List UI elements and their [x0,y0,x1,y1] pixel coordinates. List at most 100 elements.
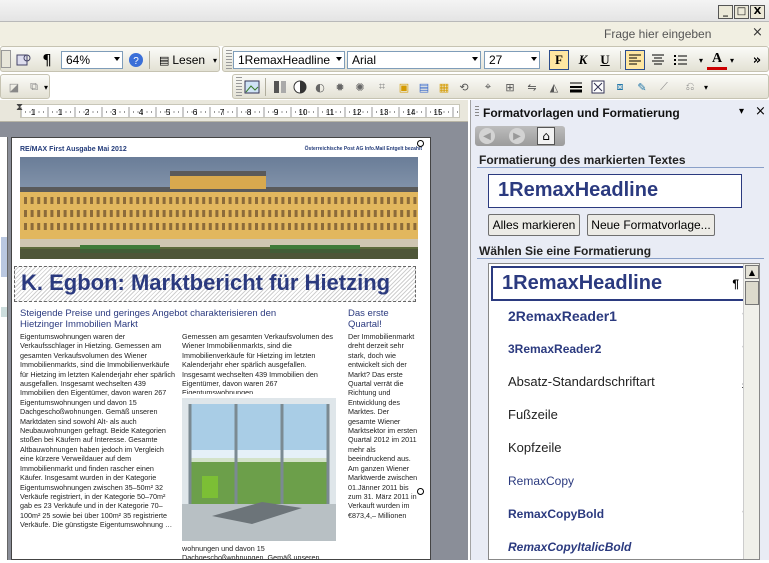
align-left-icon[interactable] [625,50,645,70]
font-color-dropdown-icon[interactable]: ▾ [727,50,737,70]
toolbar-options-icon[interactable]: ▾ [211,51,219,69]
less-contrast-icon[interactable]: ◐ [311,78,329,96]
font-size-select[interactable]: 27 [484,51,540,69]
section-choose-format-label: Wählen Sie eine Formatierung [479,244,652,258]
indent-marker-icon[interactable]: ⧗ [16,102,23,113]
picture-toolbar: ◐ ✹ ✺ ⌗ ▣ ▤ ▦ ⟲ ⌖ ⊞ ⇋ ◭ ⧈ ✎ ⟋ ⎌ ▾ [232,74,769,99]
style-list[interactable]: 1RemaxHeadline¶ 2RemaxReader1¶ 3RemaxRea… [488,263,760,560]
article-column-2[interactable]: Gemessen am gesamten Verkaufsvolumen des… [182,332,338,394]
drawing-options-icon[interactable]: ▾ [43,78,49,96]
distribute-icon[interactable]: ⊞ [501,78,519,96]
style-item-kopfzeile[interactable]: Kopfzeile¶ [499,431,753,464]
ruler-number: 8 [247,108,252,117]
menu-bar: Frage hier eingeben × [0,22,769,46]
minimize-button[interactable]: _ [718,5,733,19]
maximize-button[interactable]: □ [734,5,749,19]
style-item-absatz-standardschriftart[interactable]: Absatz-Standardschriftarta [499,365,753,398]
ruler-number: 7 [220,108,225,117]
toolbar-overflow-icon[interactable]: » [749,50,765,70]
pane-menu-icon[interactable]: ▾ [739,106,744,117]
headline-frame[interactable]: K. Egbon: Marktbericht für Hietzing [14,266,416,302]
style-item-2remaxreader1[interactable]: 2RemaxReader1¶ [499,299,753,332]
reset-picture-icon[interactable]: ⎌ [681,78,699,96]
article-column-2-continued[interactable]: wohnungen und davon 15 Dachgeschoßwohnun… [182,544,338,559]
home-icon[interactable]: ⌂ [537,127,555,145]
list-dropdown-icon[interactable]: ▾ [694,50,708,70]
help-search-input[interactable]: Frage hier eingeben [598,25,748,43]
scroll-thumb[interactable] [745,281,759,305]
pane-close-icon[interactable]: × [755,104,766,119]
article-column-1[interactable]: Eigentumswohnungen waren der Verkaufssch… [20,332,176,559]
side-column-text[interactable]: Der Immobilienmarkt dreht derzeit sehr s… [348,332,418,559]
read-mode-button[interactable]: ▤ Lesen [155,51,209,69]
set-transparent-icon[interactable]: ⟋ [655,78,673,96]
help-icon[interactable]: ? [127,51,145,69]
palace-photo[interactable] [20,157,418,259]
align-objects-icon[interactable]: ⌖ [479,78,497,96]
compress-icon[interactable] [589,78,607,96]
style-item-3remaxreader2[interactable]: 3RemaxReader2¶ [499,332,753,365]
close-window-button[interactable]: X [750,5,765,19]
resize-handle-top[interactable] [417,140,424,147]
drawing-toolbar-left: ◪ ⧉ ▾ [0,74,50,99]
bring-forward-icon[interactable]: ▣ [395,78,413,96]
headline-text[interactable]: K. Egbon: Marktbericht für Hietzing [21,270,390,296]
style-item-1remaxheadline[interactable]: 1RemaxHeadline ¶ [491,266,745,301]
crop-icon[interactable]: ⌗ [373,78,391,96]
line-style-icon[interactable] [567,78,585,96]
document-page[interactable]: RE/MAX First Ausgabe Mai 2012 Österreich… [11,137,431,560]
send-backward-icon[interactable]: ▤ [415,78,433,96]
new-style-button[interactable]: Neue Formatvorlage... [587,214,715,236]
zoom-select[interactable]: 64% [61,51,123,69]
format-picture-icon[interactable]: ✎ [633,78,651,96]
group-icon[interactable]: ⧉ [25,78,43,96]
font-color-button[interactable]: A [707,50,727,70]
contrast-icon[interactable] [291,78,309,96]
back-arrow-icon[interactable]: ◀ [479,128,495,144]
forward-arrow-icon[interactable]: ▶ [509,128,525,144]
ruler-number: 4 [139,108,144,117]
underline-button[interactable]: U [595,50,615,70]
brightness-up-icon[interactable]: ✹ [331,78,349,96]
style-item-remaxcopy[interactable]: RemaxCopy¶ [499,464,753,497]
brightness-down-icon[interactable]: ✺ [351,78,369,96]
style-select[interactable]: 1RemaxHeadline [233,51,345,69]
insert-picture-icon[interactable] [243,78,261,96]
resize-handle-middle[interactable] [417,488,424,495]
rotate-icon[interactable]: ⟲ [455,78,473,96]
text-wrap-icon[interactable]: ⧈ [611,78,629,96]
interior-photo[interactable] [182,398,336,541]
research-icon[interactable] [15,51,33,69]
numbered-list-icon[interactable] [671,50,691,70]
formatting-toolbar: 1RemaxHeadline Arial 27 F K U ▾ A ▾ » [222,46,769,72]
italic-button[interactable]: K [573,50,593,70]
font-select[interactable]: Arial [347,51,481,69]
ruler-number: 6 [193,108,198,117]
close-doc-icon[interactable]: × [752,25,763,40]
toolbar-edge-icon[interactable] [1,50,11,68]
ruler-number: 11 [326,108,335,117]
style-item-remaxcopybold[interactable]: RemaxCopyBold¶ [499,497,753,530]
pilcrow-icon[interactable]: ¶ [39,51,55,69]
shadow-icon[interactable]: ◭ [545,78,563,96]
picture-options-icon[interactable]: ▾ [701,78,711,96]
ruler-number: 2 [85,108,90,117]
shapes-icon[interactable]: ◪ [5,78,23,96]
select-all-button[interactable]: Alles markieren [488,214,580,236]
ruler-number: 1 [58,108,63,117]
style-item-remaxcopyitalicbold[interactable]: RemaxCopyItalicBold¶ [499,530,753,563]
scroll-up-icon[interactable]: ▲ [745,265,759,279]
color-icon[interactable] [271,78,289,96]
horizontal-ruler[interactable]: 1 1 2 3 4 5 6 7 8 9 10 11 12 13 14 15 ⧗ [0,100,468,122]
style-list-scrollbar[interactable]: ▲ [743,264,759,559]
style-item-fusszeile[interactable]: Fußzeile¶ [499,398,753,431]
flip-icon[interactable]: ⇋ [523,78,541,96]
bold-button[interactable]: F [549,50,569,70]
styles-task-pane: Formatvorlagen und Formatierung ▾ × ◀ ▶ … [470,100,769,560]
align-center-icon[interactable] [648,50,668,70]
arrange-icon[interactable]: ▦ [435,78,453,96]
previous-page-edge [0,137,8,560]
book-icon: ▤ [158,53,170,67]
current-style-box[interactable]: 1RemaxHeadline [488,174,742,208]
standard-toolbar: ¶ 64% ? ▤ Lesen ▾ [0,46,220,72]
